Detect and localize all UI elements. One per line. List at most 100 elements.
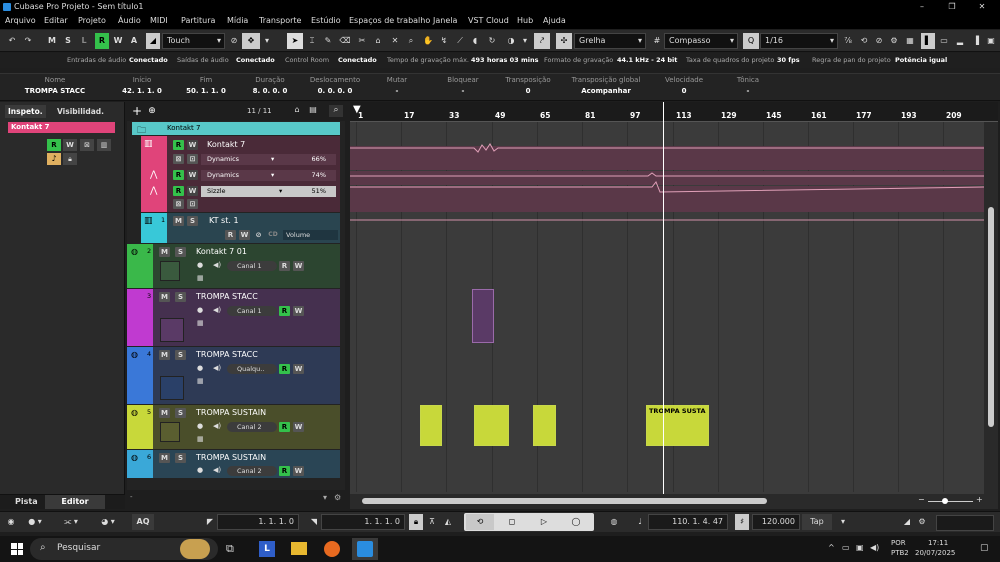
chevron-down-icon[interactable]: ▾: [323, 493, 327, 502]
grid-type-select[interactable]: Compasso ▾: [664, 33, 738, 49]
write-button[interactable]: W: [293, 422, 304, 432]
monitor-speaker-icon[interactable]: ◀): [213, 261, 221, 269]
home-icon[interactable]: ⌂: [291, 105, 303, 117]
monitor-speaker-icon[interactable]: ◀): [213, 466, 221, 474]
menu-item-hub[interactable]: Hub: [517, 16, 533, 25]
cycle-icon[interactable]: ⟲: [466, 514, 494, 530]
read-button[interactable]: R: [279, 364, 290, 374]
quantize-select[interactable]: 1/16 ▾: [760, 33, 838, 49]
write-button[interactable]: W: [293, 306, 304, 316]
left-locator-display[interactable]: 1. 1. 1. 0: [217, 514, 299, 530]
auto-quantize-button[interactable]: AQ: [132, 514, 154, 530]
list-icon[interactable]: ▤: [307, 105, 319, 117]
tempo-track-icon[interactable]: ♯: [735, 514, 749, 530]
midi-clip[interactable]: [474, 405, 509, 446]
lock-lane-icon[interactable]: ⊡: [187, 154, 198, 164]
language-secondary[interactable]: PTB2: [891, 549, 909, 557]
add-track-icon[interactable]: +: [130, 104, 144, 118]
taskbar-search-box[interactable]: ⌕ Pesquisar: [30, 538, 218, 560]
mute-all-button[interactable]: M: [45, 33, 59, 49]
midi-clip[interactable]: [472, 289, 494, 343]
vertical-scrollbar[interactable]: [984, 122, 998, 494]
windows-start-icon[interactable]: [11, 543, 23, 555]
inspector-read-button[interactable]: R: [47, 139, 61, 151]
solo-all-button[interactable]: S: [61, 33, 75, 49]
automation-lane-3[interactable]: Sizzle ▾ 51%: [201, 186, 336, 197]
comp-tool-icon[interactable]: ↯: [437, 33, 451, 49]
tab-track[interactable]: Pista: [15, 497, 38, 506]
cd-icon[interactable]: CD: [266, 230, 280, 240]
listen-button[interactable]: L: [77, 33, 91, 49]
mixer-icon[interactable]: ◢: [900, 514, 914, 530]
record-enable-icon[interactable]: ●: [197, 466, 203, 474]
position-display[interactable]: 110. 1. 4. 47: [648, 514, 728, 530]
write-button[interactable]: W: [293, 364, 304, 374]
erase-tool-icon[interactable]: ⌫: [338, 33, 352, 49]
monitor-icon[interactable]: ▣: [856, 543, 864, 552]
midi-clip[interactable]: [420, 405, 442, 446]
zoom-slider[interactable]: [928, 501, 973, 502]
mute-lane-icon[interactable]: ⊠: [173, 199, 184, 209]
lock-lane-icon[interactable]: ⊡: [187, 199, 198, 209]
task-view-icon[interactable]: ⧉: [226, 542, 234, 556]
midi-clip[interactable]: [533, 405, 556, 446]
menu-item-partitura[interactable]: Partitura: [181, 16, 215, 25]
solo-button[interactable]: S: [175, 453, 186, 463]
speaker-tool-icon[interactable]: ◖: [468, 33, 482, 49]
event-display[interactable]: ▼ 1 17 33 49 65 81 97 113 129 145 161 17…: [350, 102, 998, 509]
write-all-button[interactable]: W: [111, 33, 125, 49]
track-2[interactable]: ◍ 2 M S Kontakt 7 01 ● ◀) Canal 1 R W ▦: [127, 244, 340, 288]
mute-button[interactable]: M: [173, 216, 184, 226]
keyboard-icon[interactable]: ▦: [197, 274, 204, 282]
solo-button[interactable]: S: [175, 292, 186, 302]
right-locator-display[interactable]: 1. 1. 1. 0: [321, 514, 405, 530]
automation-mode-select[interactable]: Touch ▾: [162, 33, 225, 49]
midi-clip[interactable]: TROMPA SUSTA: [646, 405, 709, 446]
solo-button[interactable]: S: [175, 408, 186, 418]
minimize-button[interactable]: –: [908, 0, 936, 14]
write-button[interactable]: W: [187, 140, 198, 150]
hand-tool-icon[interactable]: ✋: [421, 33, 435, 49]
keyboard-icon[interactable]: ▦: [197, 435, 204, 443]
settings-icon[interactable]: ⚙: [888, 33, 900, 49]
info-root-key[interactable]: Tônica -: [724, 76, 772, 95]
channel-select[interactable]: Qualqu..: [227, 364, 277, 374]
menu-item-janela[interactable]: Janela: [433, 16, 457, 25]
volume-icon[interactable]: ◀): [870, 543, 879, 552]
line-tool-icon[interactable]: ⟋: [453, 33, 467, 49]
mute-button[interactable]: M: [159, 408, 170, 418]
snap-icon[interactable]: ✣: [556, 33, 572, 49]
search-icon[interactable]: ⌕: [329, 105, 343, 117]
solo-button[interactable]: S: [187, 216, 198, 226]
gear-icon[interactable]: ⚙: [334, 493, 341, 502]
right-zone-icon[interactable]: ▐: [969, 33, 983, 49]
quantize-icon[interactable]: Q: [743, 33, 759, 49]
record-icon[interactable]: ◯: [562, 514, 590, 530]
redo-icon[interactable]: ↷: [21, 33, 35, 49]
info-transpose[interactable]: Transposição 0: [502, 76, 554, 95]
inspector-track-name[interactable]: Kontakt 7: [8, 122, 115, 133]
language-primary[interactable]: POR: [891, 539, 906, 547]
write-button[interactable]: W: [187, 186, 198, 196]
read-button[interactable]: R: [225, 230, 236, 240]
firefox-icon[interactable]: [324, 541, 340, 557]
app-l-icon[interactable]: L: [259, 541, 275, 557]
quantize-reset-icon[interactable]: ⟲: [858, 33, 870, 49]
suspend-icon[interactable]: ⊘: [228, 33, 240, 49]
zoom-slider-handle[interactable]: [942, 498, 948, 504]
chevron-up-icon[interactable]: ^: [828, 543, 835, 552]
battery-icon[interactable]: ▭: [842, 543, 850, 552]
suspend-icon[interactable]: ⊘: [253, 230, 264, 240]
monitor-speaker-icon[interactable]: ◀): [213, 422, 221, 430]
file-explorer-icon[interactable]: [291, 542, 307, 555]
pointer-tool-icon[interactable]: ➤: [287, 33, 303, 49]
ruler[interactable]: ▼ 1 17 33 49 65 81 97 113 129 145 161 17…: [350, 102, 998, 122]
info-offset[interactable]: Deslocamento 0. 0. 0. 0: [304, 76, 366, 95]
menu-item-ajuda[interactable]: Ajuda: [543, 16, 566, 25]
channel-select[interactable]: Canal 2: [227, 466, 277, 476]
menu-item-estudio[interactable]: Estúdio: [311, 16, 341, 25]
menu-item-arquivo[interactable]: Arquivo: [5, 16, 36, 25]
menu-item-transporte[interactable]: Transporte: [259, 16, 301, 25]
tab-editor[interactable]: Editor: [45, 495, 105, 509]
channel-select[interactable]: Canal 1: [227, 261, 277, 271]
